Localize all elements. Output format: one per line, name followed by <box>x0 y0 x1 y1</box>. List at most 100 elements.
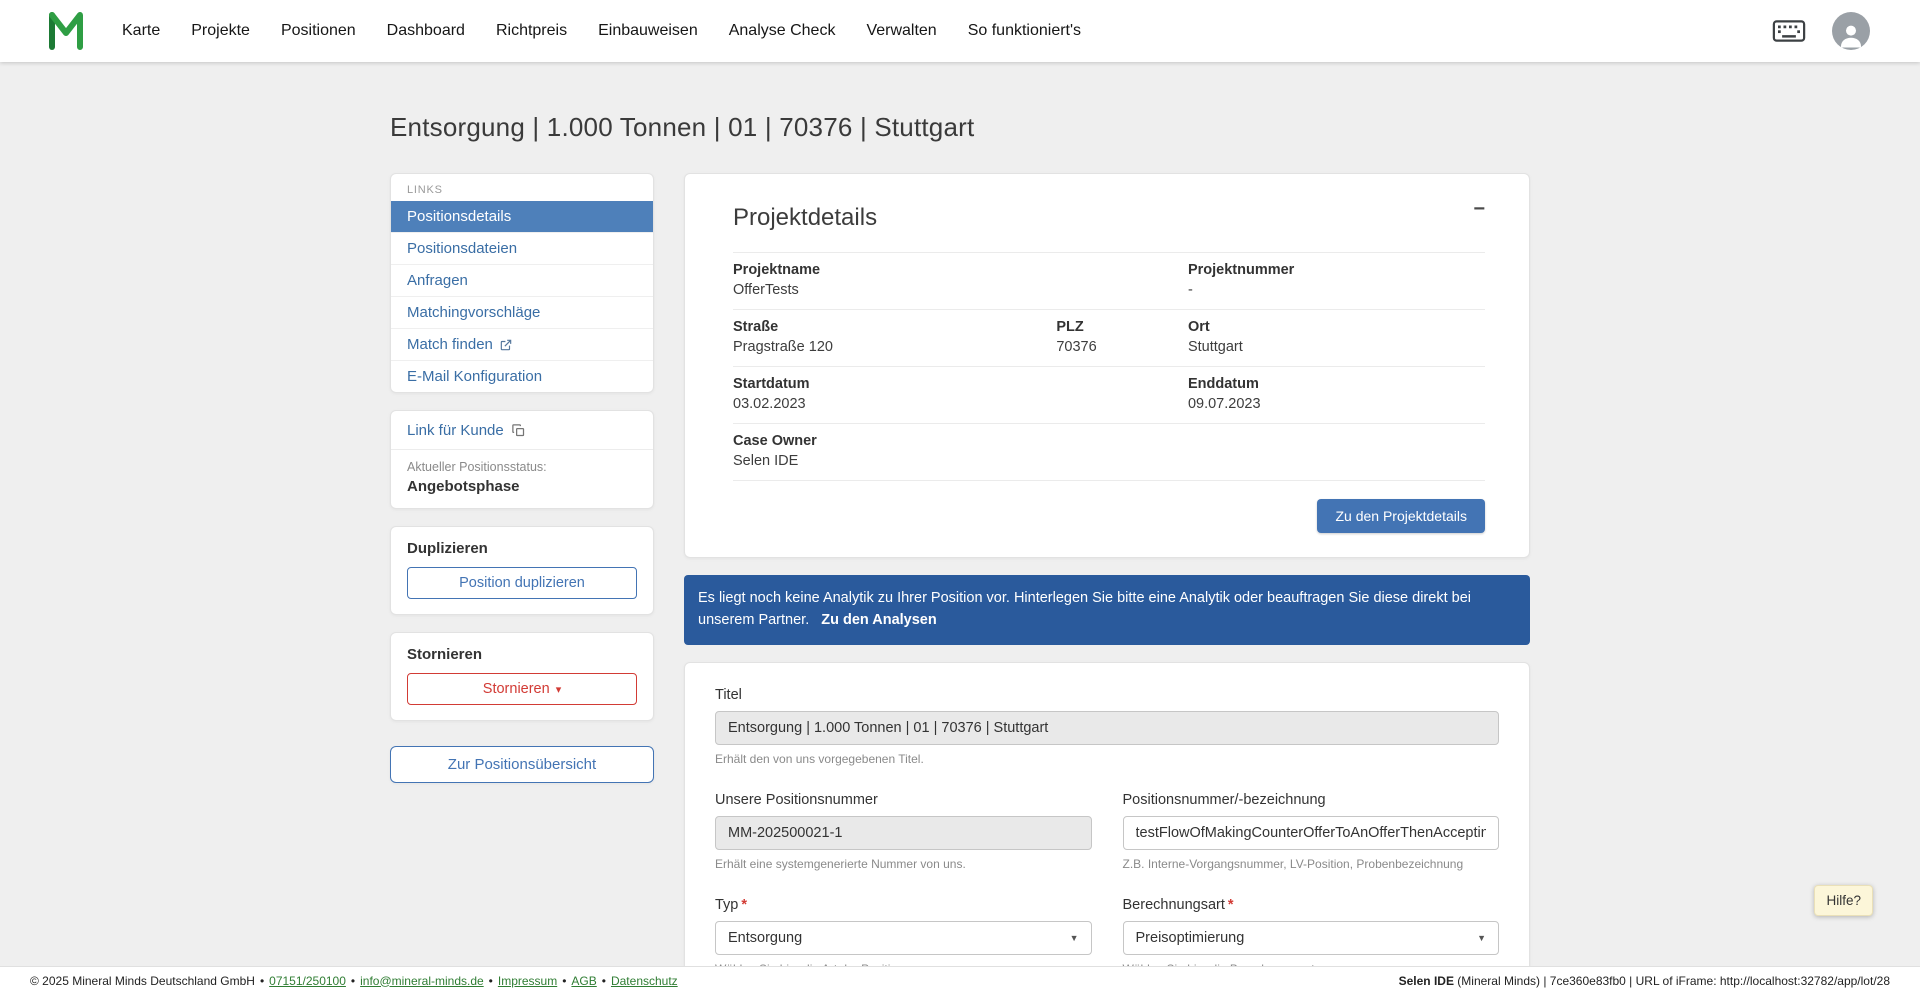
startdatum-value: 03.02.2023 <box>733 396 806 412</box>
user-avatar-button[interactable] <box>1832 12 1870 50</box>
keyboard-shortcuts-button[interactable] <box>1772 20 1806 42</box>
nav-item-positionen[interactable]: Positionen <box>281 22 356 40</box>
nav-item-dashboard[interactable]: Dashboard <box>387 22 465 40</box>
enddatum-label: Enddatum <box>1187 376 1259 392</box>
sidebar: LINKS Positionsdetails Positionsdateien … <box>390 173 654 783</box>
table-row: Projektname OfferTests Projektnummer - <box>733 253 1485 310</box>
titel-helper: Erhält den von uns vorgegebenen Titel. <box>715 751 924 766</box>
typ-label: Typ * <box>715 896 748 913</box>
nav-item-analyse-check[interactable]: Analyse Check <box>729 22 836 40</box>
footer-separator: • <box>562 973 567 988</box>
unsere-positionsnummer-input <box>715 815 1092 850</box>
position-overview-button[interactable]: Zur Positionsübersicht <box>390 746 654 783</box>
titel-input <box>715 710 1499 745</box>
projektname-label: Projektname <box>733 262 821 278</box>
plz-label: PLZ <box>1056 319 1084 335</box>
nav-item-karte[interactable]: Karte <box>122 22 160 40</box>
footer-impressum-link[interactable]: Impressum <box>498 974 557 988</box>
banner-text: Es liegt noch keine Analytik zu Ihrer Po… <box>698 590 1471 628</box>
footer-session-details: (Mineral Minds) | 7ce360e83fb0 | URL of … <box>1453 973 1890 988</box>
berechnungsart-select[interactable]: Preisoptimierung ▼ <box>1122 920 1499 955</box>
enddatum-value: 09.07.2023 <box>1187 396 1261 412</box>
nav-item-verwalten[interactable]: Verwalten <box>866 22 936 40</box>
footer-separator: • <box>601 973 606 988</box>
case-owner-label: Case Owner <box>733 433 817 449</box>
ort-label: Ort <box>1187 319 1210 335</box>
sidebar-item-email-konfiguration[interactable]: E-Mail Konfiguration <box>391 360 653 392</box>
sidebar-item-label: Positionsdetails <box>407 208 512 225</box>
footer-phone-link[interactable]: 07151/250100 <box>269 974 346 988</box>
footer-email-link[interactable]: info@mineral-minds.de <box>360 974 484 988</box>
nav-item-projekte[interactable]: Projekte <box>191 22 250 40</box>
table-row: Straße Pragstraße 120 PLZ 70376 Ort Stut… <box>733 310 1485 367</box>
strasse-value: Pragstraße 120 <box>733 339 833 355</box>
main-nav: Karte Projekte Positionen Dashboard Rich… <box>122 22 1081 40</box>
position-status-label: Aktueller Positionsstatus: <box>407 460 547 474</box>
nav-item-so-funktionierts[interactable]: So funktioniert's <box>968 22 1081 40</box>
sidebar-item-label: Positionsdateien <box>407 240 518 257</box>
collapse-icon[interactable]: − <box>1473 198 1485 221</box>
berechnungsart-select-value: Preisoptimierung <box>1135 929 1245 946</box>
positionsnummer-bezeichnung-input[interactable] <box>1122 815 1499 850</box>
cancel-heading: Stornieren <box>407 646 483 663</box>
sidebar-item-match-finden[interactable]: Match finden <box>391 328 653 360</box>
sidebar-item-label: Match finden <box>407 336 493 353</box>
typ-select[interactable]: Entsorgung ▼ <box>715 920 1092 955</box>
sidebar-item-positionsdateien[interactable]: Positionsdateien <box>391 232 653 264</box>
titel-label: Titel <box>715 686 742 703</box>
strasse-label: Straße <box>733 319 779 335</box>
copy-icon <box>511 424 524 437</box>
footer-agb-link[interactable]: AGB <box>571 974 596 988</box>
sidebar-item-label: Anfragen <box>407 272 468 289</box>
unsere-positionsnummer-label: Unsere Positionsnummer <box>715 791 878 808</box>
project-details-table: Projektname OfferTests Projektnummer - S… <box>733 252 1485 481</box>
logo-icon <box>49 12 83 50</box>
customer-link[interactable]: Link für Kunde <box>407 422 637 439</box>
project-details-card: Projektdetails − Projektname OfferTests … <box>684 173 1530 558</box>
footer-session-info: Selen IDE (Mineral Minds) | 7ce360e83fb0… <box>1399 974 1890 988</box>
sidebar-item-positionsdetails[interactable]: Positionsdetails <box>391 201 653 232</box>
positionsnummer-bezeichnung-helper: Z.B. Interne-Vorgangsnummer, LV-Position… <box>1122 856 1464 871</box>
duplicate-position-button[interactable]: Position duplizieren <box>407 567 637 599</box>
position-status-value: Angebotsphase <box>407 478 520 495</box>
mineral-minds-logo[interactable] <box>46 11 86 51</box>
divider <box>391 449 653 450</box>
cancel-card: Stornieren Stornieren ▾ <box>390 632 654 721</box>
help-button[interactable]: Hilfe? <box>1814 885 1873 916</box>
nav-item-richtpreis[interactable]: Richtpreis <box>496 22 567 40</box>
projektnummer-value: - <box>1187 282 1193 298</box>
nav-item-einbauweisen[interactable]: Einbauweisen <box>598 22 698 40</box>
sidebar-item-matchingvorschlaege[interactable]: Matchingvorschläge <box>391 296 653 328</box>
plz-value: 70376 <box>1056 339 1097 355</box>
footer-datenschutz-link[interactable]: Datenschutz <box>611 974 678 988</box>
footer-separator: • <box>259 973 265 988</box>
footer-separator: • <box>350 973 356 988</box>
duplicate-heading: Duplizieren <box>407 540 488 557</box>
chevron-down-icon: ▼ <box>1069 932 1079 943</box>
case-owner-value: Selen IDE <box>733 453 799 469</box>
sidebar-item-anfragen[interactable]: Anfragen <box>391 264 653 296</box>
chevron-down-icon: ▾ <box>555 684 562 696</box>
required-asterisk: * <box>741 896 748 913</box>
go-to-analyses-link[interactable]: Zu den Analysen <box>821 612 936 628</box>
table-row: Case Owner Selen IDE <box>733 424 1485 481</box>
position-form-card: Titel Erhält den von uns vorgegebenen Ti… <box>684 661 1530 994</box>
projektname-value: OfferTests <box>733 282 799 298</box>
footer: © 2025 Mineral Minds Deutschland GmbH • … <box>0 966 1920 994</box>
cancel-dropdown-button[interactable]: Stornieren ▾ <box>407 673 637 705</box>
links-card: LINKS Positionsdetails Positionsdateien … <box>390 173 654 393</box>
projektnummer-label: Projektnummer <box>1187 262 1295 278</box>
unsere-positionsnummer-helper: Erhält eine systemgenerierte Nummer von … <box>715 856 966 871</box>
footer-copyright: © 2025 Mineral Minds Deutschland GmbH <box>30 973 255 988</box>
status-card: Link für Kunde Aktueller Positionsstatus… <box>390 410 654 509</box>
required-asterisk: * <box>1227 896 1234 913</box>
ort-value: Stuttgart <box>1187 339 1243 355</box>
positionsnummer-bezeichnung-label: Positionsnummer/-bezeichnung <box>1122 791 1326 808</box>
analytics-banner: Es liegt noch keine Analytik zu Ihrer Po… <box>684 575 1530 645</box>
customer-link-label: Link für Kunde <box>407 422 504 439</box>
berechnungsart-label: Berechnungsart * <box>1122 896 1234 913</box>
main-column: Projektdetails − Projektname OfferTests … <box>684 173 1530 994</box>
sidebar-item-label: Matchingvorschläge <box>407 304 541 321</box>
go-to-project-details-button[interactable]: Zu den Projektdetails <box>1317 499 1485 533</box>
sidebar-item-label: E-Mail Konfiguration <box>407 368 543 385</box>
